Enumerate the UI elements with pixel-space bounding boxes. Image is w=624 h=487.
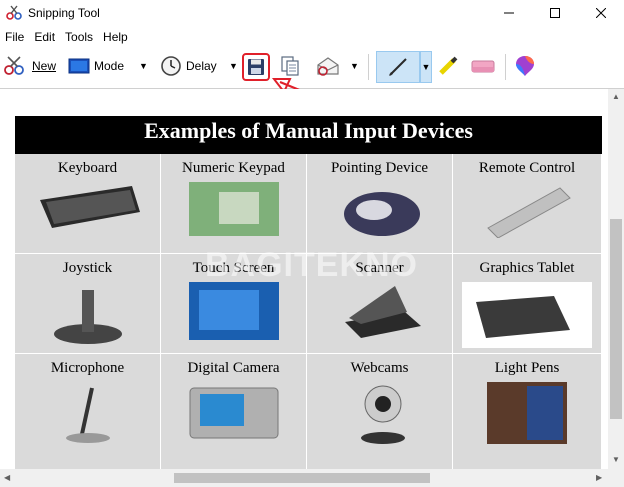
device-cell: Joystick [15, 254, 161, 354]
mode-rectangle-icon [68, 58, 90, 74]
clock-icon [161, 56, 181, 76]
vertical-scroll-thumb[interactable] [610, 219, 622, 419]
device-label: Remote Control [478, 160, 576, 176]
mouse-icon [343, 192, 420, 236]
scroll-right-icon[interactable]: ▶ [596, 473, 602, 482]
menu-bar: File Edit Tools Help [0, 26, 624, 46]
menu-edit[interactable]: Edit [29, 26, 60, 46]
delay-label: Delay [186, 59, 217, 73]
eraser-icon [471, 60, 495, 73]
highlighter-icon [439, 56, 458, 75]
scissors-icon [6, 5, 22, 20]
minimize-button[interactable] [486, 0, 532, 26]
chevron-down-icon: ▼ [139, 61, 148, 71]
menu-help[interactable]: Help [98, 26, 133, 46]
title-bar: Snipping Tool [0, 0, 624, 26]
maximize-button[interactable] [532, 0, 578, 26]
pen-icon [389, 58, 407, 76]
device-label: Webcams [350, 360, 409, 376]
joystick-icon [53, 290, 122, 344]
scroll-up-icon[interactable]: ▲ [612, 92, 620, 101]
device-label: Numeric Keypad [182, 160, 285, 176]
close-button[interactable] [578, 0, 624, 26]
keyboard-icon [39, 186, 140, 228]
toolbar-divider [505, 54, 506, 80]
mode-dropdown-arrow[interactable]: ▼ [139, 52, 148, 80]
new-button[interactable]: New [2, 52, 56, 80]
eraser-button[interactable] [470, 52, 496, 80]
device-cell: Graphics Tablet [453, 254, 602, 354]
chevron-down-icon: ▼ [229, 61, 238, 71]
device-cell: Digital Camera [161, 354, 307, 469]
scroll-left-icon[interactable]: ◀ [4, 473, 10, 482]
delay-button[interactable]: Delay [160, 52, 217, 80]
menu-file[interactable]: File [0, 26, 29, 46]
device-grid: Keyboard Numeric Keypad Pointing Device [15, 154, 602, 469]
highlighter-button[interactable] [436, 52, 460, 80]
delay-dropdown-arrow[interactable]: ▼ [229, 52, 238, 80]
close-icon [596, 8, 606, 18]
device-cell: Numeric Keypad [161, 154, 307, 254]
device-label: Digital Camera [187, 360, 280, 376]
chevron-down-icon: ▼ [421, 62, 431, 72]
microphone-icon [65, 387, 110, 443]
mode-label: Mode [94, 59, 125, 73]
touch-screen-icon [188, 282, 279, 340]
scroll-down-icon[interactable]: ▼ [612, 455, 620, 464]
device-label: Pointing Device [330, 160, 429, 176]
vertical-scrollbar[interactable]: ▲ ▼ [608, 89, 624, 469]
paint-3d-button[interactable] [514, 52, 536, 80]
snip-canvas[interactable]: Examples of Manual Input Devices Keyboar… [0, 89, 608, 469]
new-snip-icon [4, 56, 24, 75]
horizontal-scrollbar[interactable]: ◀ ▶ [0, 469, 608, 487]
document-title: Examples of Manual Input Devices [15, 116, 602, 154]
webcam-icon [360, 385, 405, 444]
graphics-tablet-icon [462, 282, 592, 348]
chevron-down-icon: ▼ [350, 61, 359, 71]
scrollbar-corner [608, 469, 624, 487]
device-label: Keyboard [57, 160, 118, 176]
paint-3d-icon [516, 56, 534, 76]
pen-button[interactable] [376, 51, 420, 83]
numeric-keypad-icon [188, 182, 279, 236]
envelope-icon [317, 57, 339, 76]
device-cell: Pointing Device [307, 154, 453, 254]
device-label: Light Pens [494, 360, 560, 376]
device-cell: Keyboard [15, 154, 161, 254]
device-cell: Webcams [307, 354, 453, 469]
minimize-icon [504, 12, 514, 14]
copy-icon [281, 56, 299, 76]
device-label: Graphics Tablet [479, 260, 575, 276]
toolbar-divider [368, 54, 369, 80]
window-title: Snipping Tool [28, 6, 100, 20]
horizontal-scroll-thumb[interactable] [174, 473, 430, 483]
device-cell: Remote Control [453, 154, 602, 254]
pen-dropdown-arrow[interactable]: ▼ [420, 51, 432, 83]
menu-tools[interactable]: Tools [60, 26, 98, 46]
device-cell: Light Pens [453, 354, 602, 469]
new-label: New [32, 59, 57, 73]
floppy-disk-icon [248, 59, 264, 75]
captured-image: Examples of Manual Input Devices Keyboar… [15, 116, 602, 469]
device-label: Joystick [62, 260, 113, 276]
device-cell: Microphone [15, 354, 161, 469]
light-pen-icon [487, 382, 567, 444]
digital-camera-icon [189, 387, 278, 439]
maximize-icon [550, 8, 560, 18]
save-button[interactable] [242, 53, 270, 81]
mode-button[interactable]: Mode [68, 52, 124, 80]
scanner-icon [344, 286, 421, 338]
device-label: Microphone [50, 360, 125, 376]
remote-control-icon [487, 187, 571, 238]
watermark-text: BAGITEKNO [205, 246, 418, 284]
